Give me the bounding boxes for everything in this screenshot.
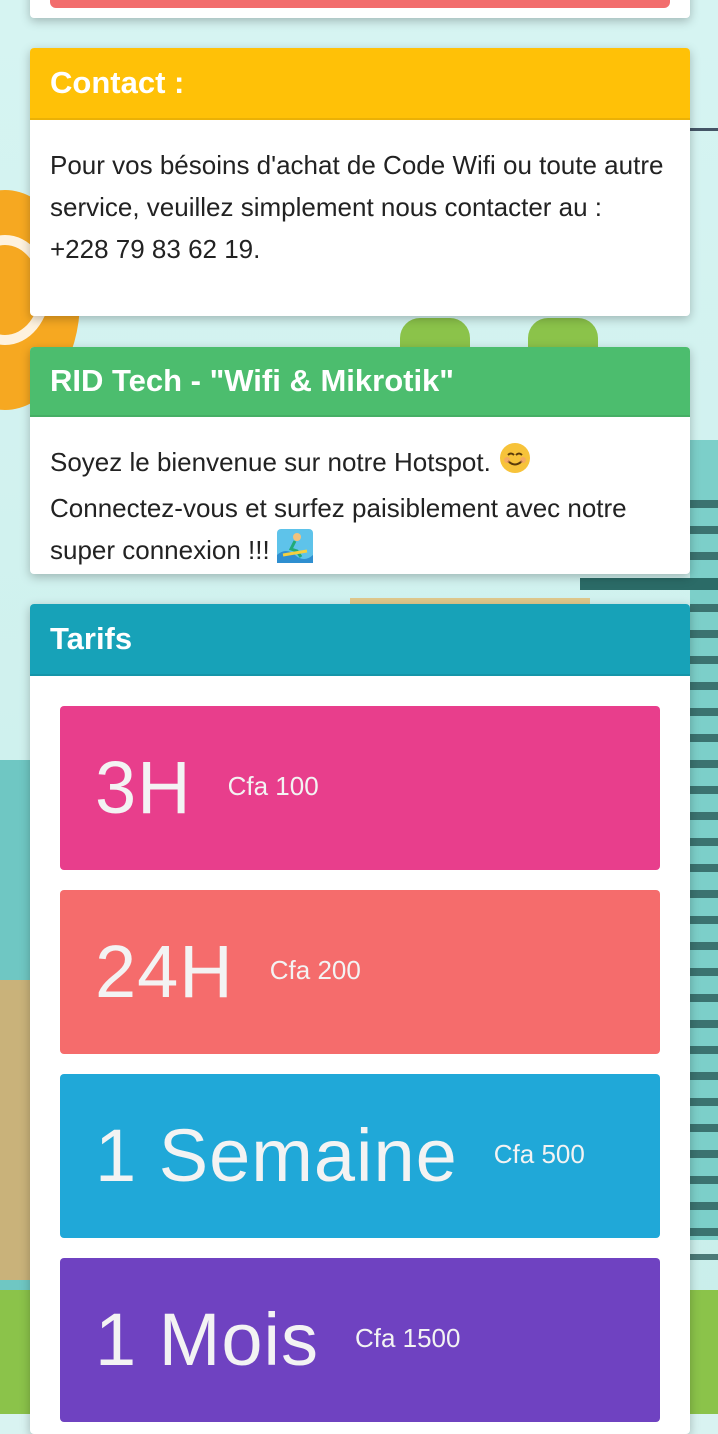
plan-3h-tile[interactable]: 3H Cfa 100 <box>60 706 660 870</box>
plan-price: Cfa 1500 <box>354 1322 461 1353</box>
plan-price: Cfa 200 <box>269 954 361 985</box>
plan-duration: 1 Mois <box>95 1298 319 1381</box>
plan-duration: 3H <box>95 746 192 829</box>
plan-1-mois-tile[interactable]: 1 Mois Cfa 1500 <box>60 1258 660 1422</box>
welcome-line-2: Connectez-vous et surfez paisiblement av… <box>50 493 627 566</box>
contact-card: Contact : Pour vos bésoins d'achat de Co… <box>30 48 690 316</box>
smiling-face-icon <box>498 441 532 487</box>
previous-card-button[interactable] <box>50 0 670 8</box>
previous-card <box>30 0 690 18</box>
plan-price: Cfa 100 <box>227 770 319 801</box>
plan-1-semaine-tile[interactable]: 1 Semaine Cfa 500 <box>60 1074 660 1238</box>
plan-price: Cfa 500 <box>493 1138 585 1169</box>
contact-phone: +228 79 83 62 19. <box>50 234 261 264</box>
tarifs-card-title: Tarifs <box>30 604 690 676</box>
welcome-line-1: Soyez le bienvenue sur notre Hotspot. <box>50 447 491 477</box>
plan-24h-tile[interactable]: 24H Cfa 200 <box>60 890 660 1054</box>
surfer-icon <box>276 529 313 574</box>
contact-text: Pour vos bésoins d'achat de Code Wifi ou… <box>50 150 664 222</box>
plan-duration: 1 Semaine <box>95 1114 458 1197</box>
tarifs-card: Tarifs 3H Cfa 100 24H Cfa 200 1 Semaine … <box>30 604 690 1434</box>
plan-duration: 24H <box>95 930 234 1013</box>
contact-card-body: Pour vos bésoins d'achat de Code Wifi ou… <box>30 120 690 284</box>
welcome-card-title: RID Tech - "Wifi & Mikrotik" <box>30 347 690 417</box>
welcome-card: RID Tech - "Wifi & Mikrotik" Soyez le bi… <box>30 347 690 574</box>
welcome-card-body: Soyez le bienvenue sur notre Hotspot. Co… <box>30 417 690 574</box>
contact-card-title: Contact : <box>30 48 690 120</box>
